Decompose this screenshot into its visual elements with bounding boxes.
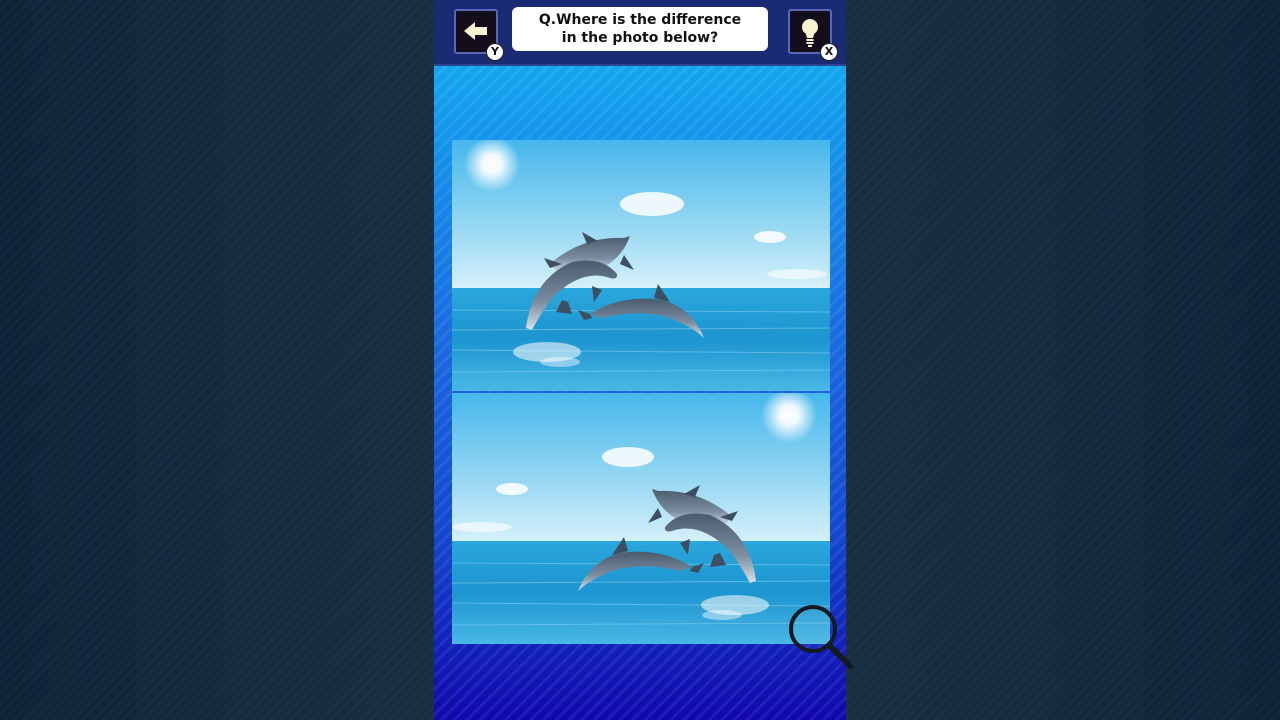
question-box: Q.Where is the difference in the photo b…	[512, 7, 768, 51]
question-line-2: in the photo below?	[561, 30, 719, 46]
game-screen: Y Q.Where is the difference in the photo…	[434, 0, 846, 720]
back-key-badge: Y	[486, 43, 504, 61]
magnifier-cursor[interactable]	[788, 604, 856, 672]
dolphin-photo-top	[452, 140, 830, 391]
question-line-1: Q.Where is the difference	[538, 12, 742, 28]
photo-modified[interactable]	[452, 393, 830, 644]
top-bar: Y Q.Where is the difference in the photo…	[434, 0, 846, 66]
hint-key-badge: X	[820, 43, 838, 61]
photo-original[interactable]	[452, 140, 830, 391]
dolphin-photo-bottom	[452, 393, 830, 644]
magnifier-icon	[789, 605, 853, 669]
